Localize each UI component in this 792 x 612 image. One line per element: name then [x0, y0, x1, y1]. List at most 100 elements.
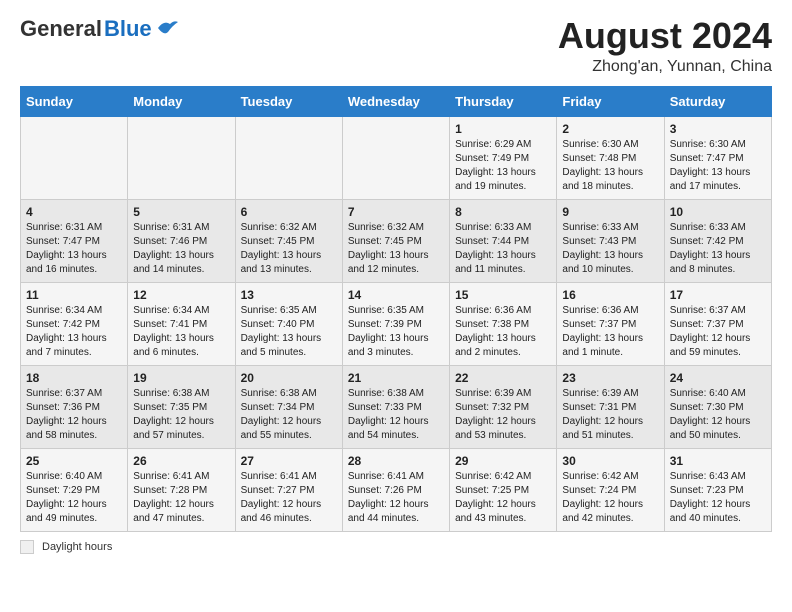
day-info: Sunrise: 6:29 AMSunset: 7:49 PMDaylight:… — [455, 138, 551, 194]
calendar-cell — [21, 116, 128, 199]
day-number: 5 — [133, 205, 229, 219]
day-info: Sunrise: 6:41 AMSunset: 7:26 PMDaylight:… — [348, 470, 444, 526]
logo-blue: Blue — [104, 16, 152, 42]
day-info: Sunrise: 6:31 AMSunset: 7:46 PMDaylight:… — [133, 221, 229, 277]
calendar-week-row: 18 Sunrise: 6:37 AMSunset: 7:36 PMDayligh… — [21, 365, 772, 448]
calendar-table: SundayMondayTuesdayWednesdayThursdayFrid… — [20, 86, 772, 532]
legend-box-icon — [20, 540, 34, 554]
calendar-cell: 23 Sunrise: 6:39 AMSunset: 7:31 PMDayligh… — [557, 365, 664, 448]
day-number: 2 — [562, 122, 658, 136]
day-number: 10 — [670, 205, 766, 219]
calendar-cell: 2 Sunrise: 6:30 AMSunset: 7:48 PMDaylight… — [557, 116, 664, 199]
weekday-header-thursday: Thursday — [450, 86, 557, 116]
day-number: 16 — [562, 288, 658, 302]
calendar-cell — [128, 116, 235, 199]
day-info: Sunrise: 6:35 AMSunset: 7:40 PMDaylight:… — [241, 304, 337, 360]
day-info: Sunrise: 6:38 AMSunset: 7:35 PMDaylight:… — [133, 387, 229, 443]
day-number: 15 — [455, 288, 551, 302]
day-info: Sunrise: 6:33 AMSunset: 7:44 PMDaylight:… — [455, 221, 551, 277]
day-info: Sunrise: 6:38 AMSunset: 7:33 PMDaylight:… — [348, 387, 444, 443]
calendar-cell: 20Sunrise: 6:38 AMSunset: 7:34 PMDayligh… — [235, 365, 342, 448]
day-number: 3 — [670, 122, 766, 136]
calendar-cell: 3Sunrise: 6:30 AMSunset: 7:47 PMDaylight… — [664, 116, 771, 199]
day-number: 8 — [455, 205, 551, 219]
day-info: Sunrise: 6:39 AMSunset: 7:32 PMDaylight:… — [455, 387, 551, 443]
day-number: 18 — [26, 371, 122, 385]
calendar-cell: 31 Sunrise: 6:43 AMSunset: 7:23 PMDayligh… — [664, 448, 771, 531]
day-info: Sunrise: 6:41 AMSunset: 7:28 PMDaylight:… — [133, 470, 229, 526]
weekday-header-saturday: Saturday — [664, 86, 771, 116]
day-number: 27 — [241, 454, 337, 468]
calendar-cell: 10 Sunrise: 6:33 AMSunset: 7:42 PMDayligh… — [664, 199, 771, 282]
day-number: 19 — [133, 371, 229, 385]
calendar-cell: 30 Sunrise: 6:42 AMSunset: 7:24 PMDayligh… — [557, 448, 664, 531]
calendar-cell: 14 Sunrise: 6:35 AMSunset: 7:39 PMDayligh… — [342, 282, 449, 365]
day-number: 13 — [241, 288, 337, 302]
day-number: 11 — [26, 288, 122, 302]
day-info: Sunrise: 6:40 AMSunset: 7:29 PMDaylight:… — [26, 470, 122, 526]
day-number: 14 — [348, 288, 444, 302]
month-year-title: August 2024 — [558, 16, 772, 56]
day-info: Sunrise: 6:34 AMSunset: 7:42 PMDaylight:… — [26, 304, 122, 360]
day-number: 31 — [670, 454, 766, 468]
day-number: 6 — [241, 205, 337, 219]
day-info: Sunrise: 6:31 AMSunset: 7:47 PMDaylight:… — [26, 221, 122, 277]
calendar-cell: 5 Sunrise: 6:31 AMSunset: 7:46 PMDaylight… — [128, 199, 235, 282]
legend-section: Daylight hours — [20, 540, 772, 554]
day-info: Sunrise: 6:36 AMSunset: 7:38 PMDaylight:… — [455, 304, 551, 360]
calendar-cell: 7Sunrise: 6:32 AMSunset: 7:45 PMDaylight… — [342, 199, 449, 282]
calendar-cell: 27 Sunrise: 6:41 AMSunset: 7:27 PMDayligh… — [235, 448, 342, 531]
weekday-header-monday: Monday — [128, 86, 235, 116]
calendar-cell: 8 Sunrise: 6:33 AMSunset: 7:44 PMDaylight… — [450, 199, 557, 282]
calendar-cell: 19 Sunrise: 6:38 AMSunset: 7:35 PMDayligh… — [128, 365, 235, 448]
calendar-cell: 9 Sunrise: 6:33 AMSunset: 7:43 PMDaylight… — [557, 199, 664, 282]
day-number: 21 — [348, 371, 444, 385]
day-info: Sunrise: 6:35 AMSunset: 7:39 PMDaylight:… — [348, 304, 444, 360]
calendar-cell: 26 Sunrise: 6:41 AMSunset: 7:28 PMDayligh… — [128, 448, 235, 531]
day-info: Sunrise: 6:33 AMSunset: 7:42 PMDaylight:… — [670, 221, 766, 277]
calendar-cell: 6 Sunrise: 6:32 AMSunset: 7:45 PMDaylight… — [235, 199, 342, 282]
day-info: Sunrise: 6:32 AMSunset: 7:45 PMDaylight:… — [241, 221, 337, 277]
day-number: 7 — [348, 205, 444, 219]
calendar-cell: 13 Sunrise: 6:35 AMSunset: 7:40 PMDayligh… — [235, 282, 342, 365]
day-info: Sunrise: 6:41 AMSunset: 7:27 PMDaylight:… — [241, 470, 337, 526]
day-info: Sunrise: 6:39 AMSunset: 7:31 PMDaylight:… — [562, 387, 658, 443]
day-info: Sunrise: 6:42 AMSunset: 7:24 PMDaylight:… — [562, 470, 658, 526]
weekday-header-tuesday: Tuesday — [235, 86, 342, 116]
day-number: 20 — [241, 371, 337, 385]
day-number: 30 — [562, 454, 658, 468]
calendar-week-row: 25 Sunrise: 6:40 AMSunset: 7:29 PMDayligh… — [21, 448, 772, 531]
day-number: 26 — [133, 454, 229, 468]
legend-label: Daylight hours — [42, 541, 112, 553]
calendar-cell — [342, 116, 449, 199]
calendar-week-row: 11 Sunrise: 6:34 AMSunset: 7:42 PMDayligh… — [21, 282, 772, 365]
day-number: 23 — [562, 371, 658, 385]
calendar-week-row: 1 Sunrise: 6:29 AMSunset: 7:49 PMDaylight… — [21, 116, 772, 199]
day-info: Sunrise: 6:40 AMSunset: 7:30 PMDaylight:… — [670, 387, 766, 443]
day-info: Sunrise: 6:43 AMSunset: 7:23 PMDaylight:… — [670, 470, 766, 526]
day-info: Sunrise: 6:36 AMSunset: 7:37 PMDaylight:… — [562, 304, 658, 360]
day-info: Sunrise: 6:33 AMSunset: 7:43 PMDaylight:… — [562, 221, 658, 277]
weekday-header-wednesday: Wednesday — [342, 86, 449, 116]
location-subtitle: Zhong'an, Yunnan, China — [558, 58, 772, 76]
calendar-cell: 12Sunrise: 6:34 AMSunset: 7:41 PMDayligh… — [128, 282, 235, 365]
weekday-header-friday: Friday — [557, 86, 664, 116]
day-number: 9 — [562, 205, 658, 219]
day-number: 1 — [455, 122, 551, 136]
day-info: Sunrise: 6:30 AMSunset: 7:48 PMDaylight:… — [562, 138, 658, 194]
calendar-cell — [235, 116, 342, 199]
calendar-cell: 4Sunrise: 6:31 AMSunset: 7:47 PMDaylight… — [21, 199, 128, 282]
weekday-header-sunday: Sunday — [21, 86, 128, 116]
calendar-cell: 17Sunrise: 6:37 AMSunset: 7:37 PMDayligh… — [664, 282, 771, 365]
day-number: 25 — [26, 454, 122, 468]
day-number: 28 — [348, 454, 444, 468]
day-number: 17 — [670, 288, 766, 302]
weekday-header-row: SundayMondayTuesdayWednesdayThursdayFrid… — [21, 86, 772, 116]
day-info: Sunrise: 6:37 AMSunset: 7:36 PMDaylight:… — [26, 387, 122, 443]
calendar-cell: 18 Sunrise: 6:37 AMSunset: 7:36 PMDayligh… — [21, 365, 128, 448]
calendar-cell: 28 Sunrise: 6:41 AMSunset: 7:26 PMDayligh… — [342, 448, 449, 531]
day-number: 12 — [133, 288, 229, 302]
day-number: 22 — [455, 371, 551, 385]
calendar-cell: 25 Sunrise: 6:40 AMSunset: 7:29 PMDayligh… — [21, 448, 128, 531]
logo-area: General Blue — [20, 16, 178, 42]
